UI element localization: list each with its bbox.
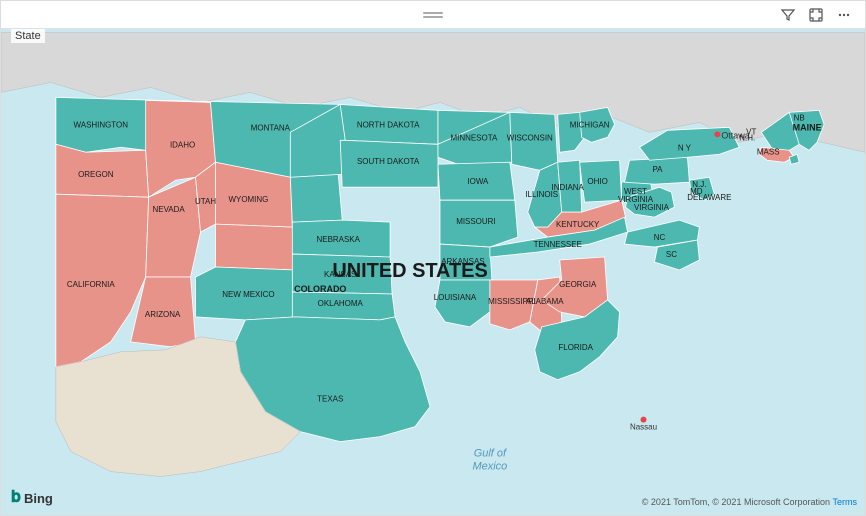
bing-logo: 𝐛 Bing [11, 489, 53, 507]
top-bar [1, 1, 865, 29]
map-visual: State [0, 0, 866, 516]
filter-icon[interactable] [777, 4, 799, 26]
drag-handle[interactable] [423, 12, 443, 18]
focus-mode-icon[interactable] [805, 4, 827, 26]
ottawa-dot [714, 131, 720, 137]
nassau-dot [641, 417, 647, 423]
map-container[interactable]: MAINE WASHINGTON OREGON CALIFORNIA IDAHO… [1, 29, 865, 515]
more-options-icon[interactable] [833, 4, 855, 26]
bing-icon: 𝐛 [11, 489, 21, 507]
field-label: State [11, 29, 45, 43]
bing-text: Bing [24, 491, 53, 506]
toolbar-icons [777, 4, 855, 26]
terms-link[interactable]: Terms [833, 497, 858, 507]
copyright-text: © 2021 TomTom, © 2021 Microsoft Corporat… [642, 497, 857, 507]
